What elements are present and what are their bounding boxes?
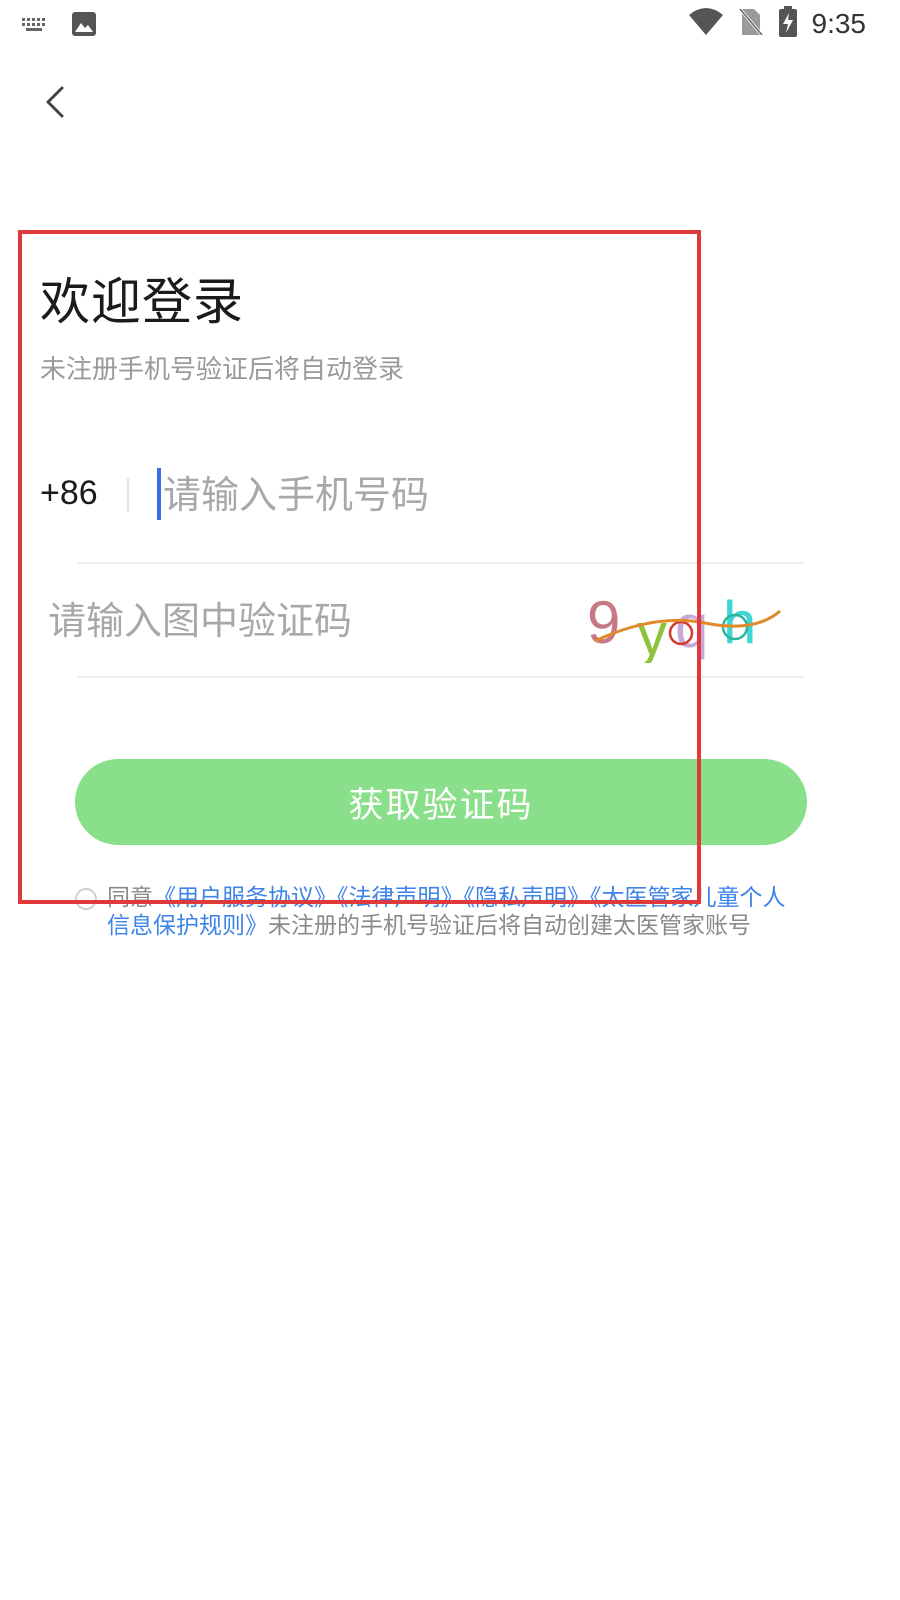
captcha-char: 9 <box>587 589 620 656</box>
privacy-statement-link[interactable]: 《隐私声明》 <box>464 885 591 911</box>
agreement-text: 同意《用户服务协议》《法律声明》《隐私声明》《太医管家儿童个人信息保护规则》未注… <box>107 884 797 940</box>
wifi-icon <box>688 7 724 41</box>
agree-radio[interactable] <box>75 888 97 910</box>
chevron-left-icon <box>46 86 64 118</box>
country-code-selector[interactable]: +86 <box>40 474 98 513</box>
page-subtitle: 未注册手机号验证后将自动登录 <box>40 355 405 385</box>
page-title: 欢迎登录 <box>40 273 244 331</box>
captcha-input[interactable] <box>48 592 568 650</box>
phone-input[interactable] <box>163 466 763 524</box>
user-service-agreement-link[interactable]: 《用户服务协议》 <box>153 885 337 911</box>
agreement-prefix: 同意 <box>107 885 153 911</box>
no-sim-icon <box>738 7 764 41</box>
text-caret <box>157 468 161 520</box>
back-button[interactable] <box>36 80 80 124</box>
get-code-button[interactable]: 获取验证码 <box>75 759 807 845</box>
divider <box>127 478 129 512</box>
captcha-char: y <box>637 601 667 663</box>
status-time: 9:35 <box>811 8 867 39</box>
keyboard-icon <box>20 14 50 38</box>
captcha-char: q <box>675 593 708 660</box>
divider <box>78 562 804 564</box>
legal-statement-link[interactable]: 《法律声明》 <box>337 885 464 911</box>
battery-charging-icon <box>778 6 798 42</box>
captcha-image[interactable]: 9 y q h <box>585 583 785 663</box>
agreement-suffix: 未注册的手机号验证后将自动创建太医管家账号 <box>268 913 751 939</box>
captcha-char: h <box>723 589 756 656</box>
status-bar: 9:35 <box>0 0 900 50</box>
image-icon <box>70 10 98 42</box>
divider <box>78 676 804 678</box>
